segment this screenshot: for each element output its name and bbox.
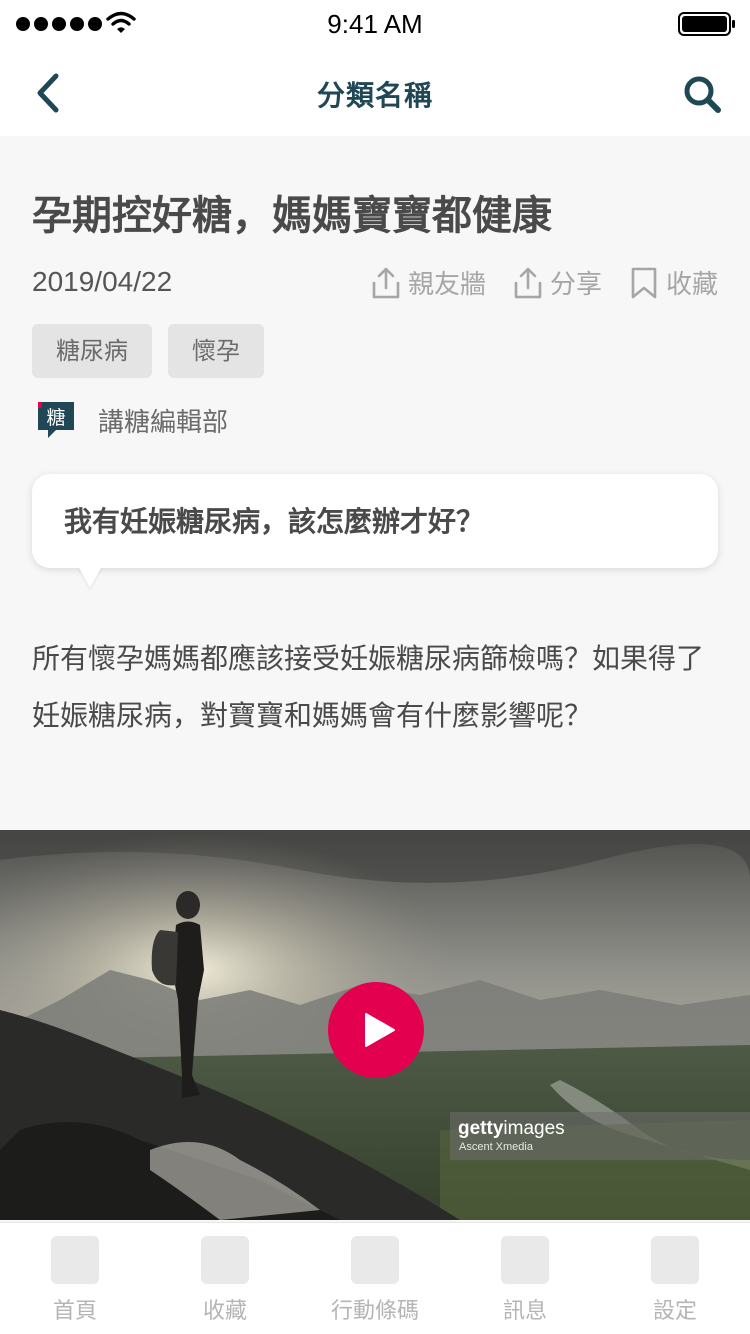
article-title: 孕期控好糖，媽媽寶寶都健康 <box>32 193 552 239</box>
tab-label: 首頁 <box>52 1299 97 1324</box>
article-actions: 親友牆 分享 收藏 <box>370 264 718 301</box>
tag-pregnancy[interactable]: 懷孕 <box>168 324 264 378</box>
favorites-icon <box>201 1236 249 1284</box>
page-title: 分類名稱 <box>316 79 433 112</box>
share-button[interactable]: 分享 <box>512 264 602 301</box>
upload-share-icon <box>372 267 400 298</box>
tab-label: 行動條碼 <box>330 1299 419 1324</box>
play-button[interactable] <box>328 982 424 1078</box>
tab-home[interactable]: 首頁 <box>0 1223 150 1334</box>
bookmark-button[interactable]: 收藏 <box>628 264 718 301</box>
battery-icon <box>678 12 735 36</box>
tab-messages[interactable]: 訊息 <box>450 1223 600 1334</box>
tab-bar: 首頁 收藏 行動條碼 訊息 設定 <box>0 1222 750 1334</box>
tab-label: 設定 <box>652 1299 697 1324</box>
bookmark-label: 收藏 <box>665 270 718 300</box>
author-logo-char: 糖 <box>46 407 65 429</box>
watermark-credit: Ascent Xmedia <box>459 1141 533 1153</box>
messages-icon <box>501 1236 549 1284</box>
author[interactable]: 糖 講糖編輯部 <box>36 400 228 440</box>
tab-settings[interactable]: 設定 <box>600 1223 750 1334</box>
tab-label: 訊息 <box>502 1299 547 1324</box>
article-intro: 所有懷孕媽媽都應該接受妊娠糖尿病篩檢嗎？如果得了妊娠糖尿病，對寶寶和媽媽會有什麼… <box>32 642 705 732</box>
settings-icon <box>651 1236 699 1284</box>
play-icon <box>365 1013 395 1047</box>
bubble-tail <box>78 566 102 588</box>
article-date: 2019/04/22 <box>32 266 173 297</box>
screen: 9:41 AM 分類名稱 孕期控好糖，媽媽寶寶都健康 2019/04/22 親友… <box>0 0 750 1334</box>
search-icon[interactable] <box>682 74 722 114</box>
question-bubble: 我有妊娠糖尿病，該怎麼辦才好？ <box>32 474 718 568</box>
status-time: 9:41 AM <box>327 9 423 39</box>
navigation-bar: 分類名稱 <box>0 48 750 136</box>
status-bar: 9:41 AM <box>0 0 750 48</box>
author-logo-icon: 糖 <box>38 402 74 438</box>
home-icon <box>51 1236 99 1284</box>
tab-barcode[interactable]: 行動條碼 <box>300 1223 450 1334</box>
share-friends-button[interactable]: 親友牆 <box>370 264 486 301</box>
tag-diabetes[interactable]: 糖尿病 <box>32 324 152 378</box>
tab-favorites[interactable]: 收藏 <box>150 1223 300 1334</box>
watermark-brand: gettyimages <box>458 1118 565 1140</box>
share-icon <box>514 267 542 298</box>
barcode-icon <box>351 1236 399 1284</box>
share-friends-label: 親友牆 <box>407 270 486 300</box>
watermark-brand-bold: getty <box>458 1118 504 1139</box>
tab-label: 收藏 <box>202 1299 247 1324</box>
author-name: 講糖編輯部 <box>98 407 229 438</box>
share-label: 分享 <box>549 270 602 300</box>
tag-list: 糖尿病 懷孕 <box>32 324 264 378</box>
video-player[interactable]: gettyimages Ascent Xmedia <box>0 830 750 1220</box>
question-text: 我有妊娠糖尿病，該怎麼辦才好？ <box>64 505 485 538</box>
watermark-brand-light: images <box>503 1118 565 1139</box>
watermark: gettyimages Ascent Xmedia <box>450 1112 750 1160</box>
bookmark-icon <box>631 267 657 298</box>
